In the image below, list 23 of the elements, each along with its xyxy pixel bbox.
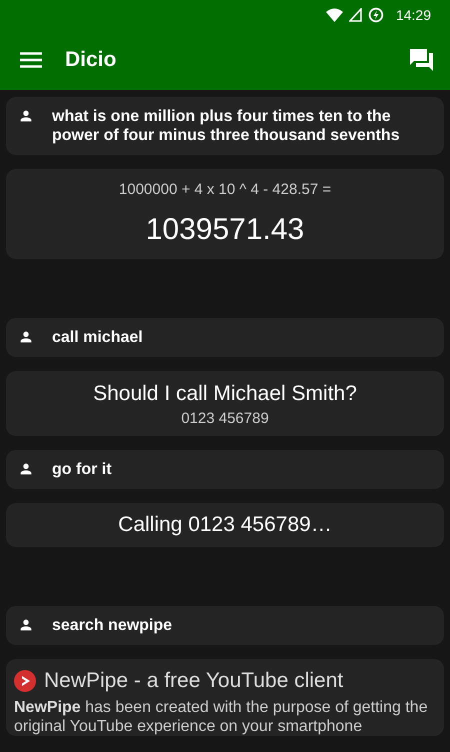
clock-time: 14:29 [396,7,431,23]
search-result-description: NewPipe has been created with the purpose of getting the original YouTube experience on your smartphone [14,698,429,736]
user-message-text: what is one million plus four times ten to the power of four minus three thousand sevenths [52,107,401,145]
user-message-text: search newpipe [52,616,172,635]
phone-number: 0123 456789 [181,410,269,427]
person-icon [18,617,34,633]
play-logo-icon [14,670,36,692]
user-message-text: call michael [52,328,143,347]
chat-icon[interactable] [410,49,434,71]
menu-icon[interactable] [20,52,42,68]
answer-question: Should I call Michael Smith? [93,382,357,406]
user-message-text: go for it [52,460,112,479]
battery-saver-icon [368,7,384,23]
signal-icon [348,8,362,22]
person-icon [18,461,34,477]
calculation-result: 1039571.43 [146,213,304,247]
search-result-title[interactable]: NewPipe - a free YouTube client [44,669,344,693]
answer-text: Calling 0123 456789… [118,513,332,537]
person-icon [18,329,34,345]
calculation-expression: 1000000 + 4 x 10 ^ 4 - 428.57 = [118,181,332,198]
wifi-icon [326,8,343,22]
app-title: Dicio [65,48,118,72]
person-icon [18,108,34,124]
